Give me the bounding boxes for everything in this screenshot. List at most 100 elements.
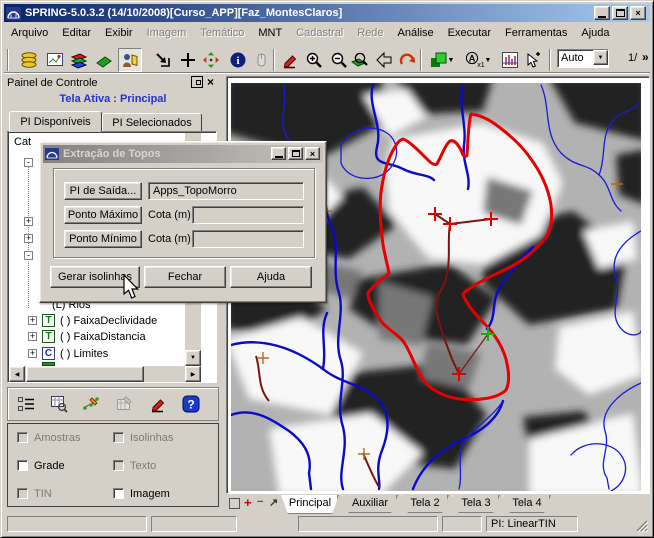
tab-tela-4[interactable]: Tela 4 [503, 495, 551, 513]
tree-expand-box[interactable]: + [28, 316, 37, 325]
menu-analise[interactable]: Análise [391, 24, 441, 42]
status-segment [298, 516, 438, 532]
ponto-minimo-button[interactable]: Ponto Mínimo [64, 230, 142, 248]
add-point-icon[interactable] [176, 48, 200, 72]
close-button[interactable]: × [630, 6, 646, 20]
maximize-button[interactable] [612, 6, 628, 20]
scroll-right-button[interactable]: ▶ [185, 366, 201, 382]
tree-item-limites[interactable]: C( ) Limites [42, 347, 108, 360]
add-screen-icon[interactable]: + [244, 495, 252, 510]
previous-view-icon[interactable] [372, 48, 396, 72]
cota-max-field[interactable] [192, 206, 304, 224]
tree-expand-box[interactable]: + [28, 332, 37, 341]
tab-auxiliar[interactable]: Auxiliar [342, 495, 398, 513]
menu-arquivo[interactable]: Arquivo [4, 24, 55, 42]
remove-screen-icon[interactable]: − [257, 496, 263, 508]
dialog-logo-icon [45, 148, 59, 160]
tab-tela-3[interactable]: Tela 3 [452, 495, 500, 513]
checkbox-grade[interactable] [17, 460, 28, 471]
eraser-icon[interactable] [92, 48, 116, 72]
cota-min-label: Cota (m) [148, 233, 191, 245]
dialog-maximize-button[interactable] [288, 147, 303, 160]
pi-de-saida-button[interactable]: PI de Saída... [64, 182, 142, 200]
menu-executar[interactable]: Executar [441, 24, 498, 42]
checkbox-texto-label: Texto [130, 460, 156, 472]
registration-icon[interactable] [43, 48, 67, 72]
tab-pi-disponiveis[interactable]: PI Disponíveis [9, 111, 102, 132]
scroll-down-button[interactable]: ▼ [185, 350, 201, 366]
info-icon[interactable]: i [226, 48, 250, 72]
scroll-left-button[interactable]: ◀ [9, 366, 25, 382]
float-panel-icon[interactable] [191, 76, 203, 88]
control-panel-icon[interactable] [118, 48, 142, 72]
control-panel-header[interactable]: Painel de Controle × [7, 75, 219, 91]
checkbox-imagem[interactable] [113, 488, 124, 499]
toolbar-handle [7, 49, 9, 71]
svg-text:A: A [468, 54, 475, 64]
window-titlebar[interactable]: SPRING-5.0.3.2 (14/10/2008)[Curso_APP][F… [4, 4, 650, 22]
visibility-control-icon[interactable]: ▼ [425, 48, 459, 72]
database-icon[interactable] [17, 48, 41, 72]
float-screen-icon[interactable] [229, 498, 240, 509]
pi-de-saida-field[interactable]: Apps_TopoMorro [148, 182, 304, 200]
dialog-minimize-button[interactable] [271, 147, 286, 160]
tree-expand-box[interactable]: + [24, 217, 33, 226]
menu-cadastral: Cadastral [289, 24, 350, 42]
dialog-close-button[interactable]: × [305, 147, 320, 160]
toolbar-overflow-chevron[interactable]: » [642, 50, 649, 64]
zoom-region-icon[interactable] [348, 48, 372, 72]
tree-horizontal-scrollbar[interactable]: ◀ ▶ [9, 366, 201, 382]
tab-tela-2[interactable]: Tela 2 [401, 495, 449, 513]
tab-pi-selecionados[interactable]: PI Selecionados [102, 113, 202, 132]
histogram-icon[interactable] [498, 48, 522, 72]
help-icon[interactable]: ? [178, 392, 204, 416]
edit-pencil-icon[interactable] [278, 48, 302, 72]
ajuda-button[interactable]: Ajuda [230, 266, 312, 288]
close-panel-icon[interactable]: × [207, 75, 214, 89]
vector-edit-icon[interactable] [79, 392, 105, 416]
redraw-icon[interactable] [395, 48, 419, 72]
toolbar-separator [549, 49, 551, 71]
dialog-titlebar[interactable]: Extração de Topos × [43, 145, 323, 163]
zoom-mode-combobox[interactable]: Auto ▼ [557, 49, 609, 68]
tree-expand-box[interactable]: + [28, 349, 37, 358]
minimize-button[interactable] [594, 6, 610, 20]
tree-collapse-box[interactable]: - [24, 251, 33, 260]
table-query-icon[interactable] [46, 392, 72, 416]
resize-grip[interactable] [635, 519, 648, 532]
menu-editar[interactable]: Editar [55, 24, 98, 42]
mouse-cursor [122, 274, 140, 300]
status-pi-segment: PI: LinearTIN [486, 516, 578, 532]
menu-ajuda[interactable]: Ajuda [574, 24, 616, 42]
erase-edit-icon[interactable] [145, 392, 171, 416]
promote-screen-icon[interactable]: ↗ [269, 496, 278, 509]
scrollbar-thumb[interactable] [26, 366, 144, 382]
tree-item-faixadistancia[interactable]: T( ) FaixaDistancia [42, 330, 146, 343]
checkbox-grade-label[interactable]: Grade [34, 460, 65, 472]
chevron-down-icon: ▼ [448, 57, 455, 64]
tree-expand-box[interactable]: + [24, 234, 33, 243]
chevron-down-icon: ▼ [485, 57, 492, 64]
tab-principal[interactable]: Principal [281, 495, 339, 514]
pan-icon[interactable] [199, 48, 223, 72]
menu-exibir[interactable]: Exibir [98, 24, 140, 42]
combobox-dropdown-button[interactable]: ▼ [593, 50, 608, 65]
legend-list-icon[interactable] [13, 392, 39, 416]
ponto-maximo-button[interactable]: Ponto Máximo [64, 206, 142, 224]
checkbox-imagem-label[interactable]: Imagem [130, 488, 170, 500]
zoom-in-icon[interactable] [302, 48, 326, 72]
control-panel-title: Painel de Controle [7, 77, 98, 89]
status-segment [442, 516, 482, 532]
tree-collapse-box[interactable]: - [24, 158, 33, 167]
menu-mnt[interactable]: MNT [251, 24, 289, 42]
tree-item-faixadeclividade[interactable]: T( ) FaixaDeclividade [42, 314, 157, 327]
layers-icon[interactable] [67, 48, 91, 72]
scale-1x-icon[interactable]: Ax1▼ [460, 48, 496, 72]
status-segment [7, 516, 147, 532]
fechar-button[interactable]: Fechar [144, 266, 226, 288]
recompose-icon[interactable] [151, 48, 175, 72]
cota-min-field[interactable] [192, 230, 304, 248]
menu-ferramentas[interactable]: Ferramentas [498, 24, 574, 42]
menu-tematico: Temático [193, 24, 251, 42]
acquire-point-icon[interactable] [521, 48, 545, 72]
